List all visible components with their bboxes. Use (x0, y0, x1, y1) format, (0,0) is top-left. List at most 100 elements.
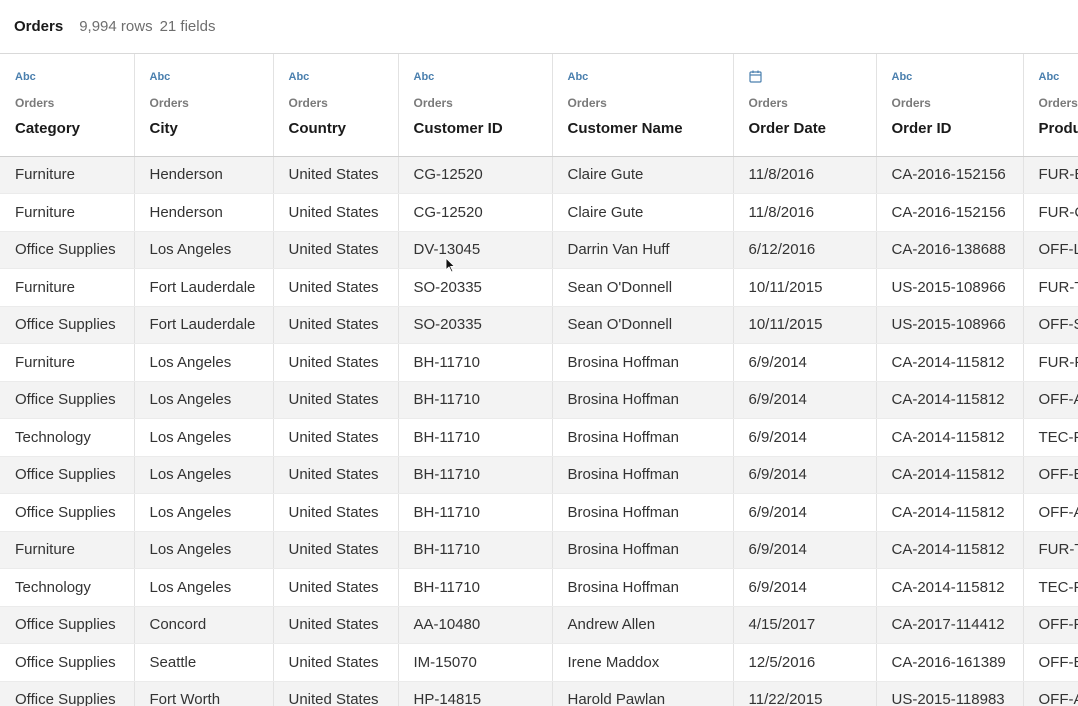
table-cell[interactable]: Brosina Hoffman (552, 531, 734, 569)
table-cell[interactable]: 11/22/2015 (733, 681, 877, 706)
table-cell[interactable]: Technology (0, 568, 135, 607)
table-cell[interactable]: United States (273, 231, 399, 269)
table-cell[interactable]: DV-13045 (398, 231, 553, 269)
table-cell[interactable]: CA-2014-115812 (876, 493, 1024, 532)
table-cell[interactable]: OFF-P (1023, 606, 1078, 644)
table-cell[interactable]: BH-11710 (398, 343, 553, 382)
table-cell[interactable]: Los Angeles (134, 381, 274, 419)
calendar-icon[interactable] (748, 70, 876, 84)
table-cell[interactable]: United States (273, 418, 399, 457)
table-cell[interactable]: United States (273, 268, 399, 307)
table-cell[interactable]: OFF-L (1023, 231, 1078, 269)
table-cell[interactable]: United States (273, 456, 399, 494)
table-cell[interactable]: 4/15/2017 (733, 606, 877, 644)
table-cell[interactable]: Andrew Allen (552, 606, 734, 644)
table-cell[interactable]: United States (273, 681, 399, 706)
table-cell[interactable]: Irene Maddox (552, 643, 734, 682)
table-cell[interactable]: 6/9/2014 (733, 531, 877, 569)
column-name[interactable]: Customer ID (414, 120, 552, 137)
table-cell[interactable]: Los Angeles (134, 418, 274, 457)
column-name[interactable]: Category (15, 120, 133, 137)
table-cell[interactable]: FUR-T (1023, 531, 1078, 569)
table-cell[interactable]: CA-2016-161389 (876, 643, 1024, 682)
table-cell[interactable]: Office Supplies (0, 456, 135, 494)
table-cell[interactable]: Office Supplies (0, 231, 135, 269)
table-cell[interactable]: Brosina Hoffman (552, 493, 734, 532)
table-cell[interactable]: AA-10480 (398, 606, 553, 644)
table-cell[interactable]: Furniture (0, 343, 135, 382)
table-cell[interactable]: Claire Gute (552, 156, 734, 194)
table-cell[interactable]: Brosina Hoffman (552, 381, 734, 419)
column-name[interactable]: Country (289, 120, 398, 137)
table-cell[interactable]: CG-12520 (398, 193, 553, 232)
table-cell[interactable]: Henderson (134, 193, 274, 232)
table-cell[interactable]: Fort Lauderdale (134, 268, 274, 307)
column-name[interactable]: Produ (1039, 120, 1078, 137)
table-row[interactable]: Office Supplies Fort Lauderdale United Sta… (0, 306, 1078, 344)
column-header-customer-id[interactable]: Abc Orders Customer ID (398, 54, 553, 157)
table-row[interactable]: Office Supplies Los Angeles United States B… (0, 493, 1078, 532)
table-cell[interactable]: Los Angeles (134, 493, 274, 532)
table-cell[interactable]: Los Angeles (134, 456, 274, 494)
table-cell[interactable]: United States (273, 568, 399, 607)
table-cell[interactable]: SO-20335 (398, 306, 553, 344)
table-cell[interactable]: United States (273, 531, 399, 569)
table-row[interactable]: Furniture Henderson United States CG-12520 C… (0, 193, 1078, 232)
table-cell[interactable]: CA-2016-152156 (876, 156, 1024, 194)
table-cell[interactable]: CG-12520 (398, 156, 553, 194)
column-header-order-id[interactable]: Abc Orders Order ID (876, 54, 1024, 157)
table-row[interactable]: Office Supplies Los Angeles United States D… (0, 231, 1078, 269)
table-cell[interactable]: Claire Gute (552, 193, 734, 232)
table-cell[interactable]: 6/9/2014 (733, 381, 877, 419)
table-cell[interactable]: OFF-A (1023, 681, 1078, 706)
table-cell[interactable]: US-2015-108966 (876, 306, 1024, 344)
table-cell[interactable]: 6/9/2014 (733, 493, 877, 532)
table-cell[interactable]: US-2015-108966 (876, 268, 1024, 307)
table-cell[interactable]: Fort Worth (134, 681, 274, 706)
table-cell[interactable]: Harold Pawlan (552, 681, 734, 706)
table-cell[interactable]: BH-11710 (398, 493, 553, 532)
table-cell[interactable]: CA-2014-115812 (876, 531, 1024, 569)
table-cell[interactable]: Concord (134, 606, 274, 644)
table-cell[interactable]: Office Supplies (0, 381, 135, 419)
table-cell[interactable]: United States (273, 156, 399, 194)
table-cell[interactable]: Office Supplies (0, 493, 135, 532)
table-cell[interactable]: 6/9/2014 (733, 343, 877, 382)
table-cell[interactable]: OFF-A (1023, 493, 1078, 532)
table-cell[interactable]: OFF-B (1023, 456, 1078, 494)
column-name[interactable]: Order Date (749, 120, 876, 137)
table-cell[interactable]: CA-2016-152156 (876, 193, 1024, 232)
table-cell[interactable]: Fort Lauderdale (134, 306, 274, 344)
text-type-icon[interactable]: Abc (289, 70, 398, 84)
column-header-city[interactable]: Abc Orders City (134, 54, 274, 157)
table-cell[interactable]: Office Supplies (0, 306, 135, 344)
table-cell[interactable]: Office Supplies (0, 681, 135, 706)
column-header-country[interactable]: Abc Orders Country (273, 54, 399, 157)
data-grid[interactable]: Abc Orders Category Abc Orders City Abc … (0, 54, 1078, 706)
table-cell[interactable]: TEC-P (1023, 418, 1078, 457)
table-cell[interactable]: 6/9/2014 (733, 568, 877, 607)
column-name[interactable]: Customer Name (568, 120, 733, 137)
table-cell[interactable]: Darrin Van Huff (552, 231, 734, 269)
table-cell[interactable]: Furniture (0, 156, 135, 194)
table-cell[interactable]: Furniture (0, 193, 135, 232)
table-cell[interactable]: 11/8/2016 (733, 193, 877, 232)
table-row[interactable]: Office Supplies Concord United States AA-10… (0, 606, 1078, 644)
table-cell[interactable]: United States (273, 493, 399, 532)
text-type-icon[interactable]: Abc (892, 70, 1023, 84)
table-cell[interactable]: 6/12/2016 (733, 231, 877, 269)
table-cell[interactable]: Sean O'Donnell (552, 268, 734, 307)
table-cell[interactable]: United States (273, 606, 399, 644)
table-row[interactable]: Technology Los Angeles United States BH-117… (0, 568, 1078, 607)
table-cell[interactable]: 11/8/2016 (733, 156, 877, 194)
table-cell[interactable]: CA-2014-115812 (876, 343, 1024, 382)
table-cell[interactable]: Technology (0, 418, 135, 457)
table-cell[interactable]: 12/5/2016 (733, 643, 877, 682)
table-cell[interactable]: CA-2016-138688 (876, 231, 1024, 269)
table-cell[interactable]: United States (273, 381, 399, 419)
table-cell[interactable]: Furniture (0, 531, 135, 569)
table-cell[interactable]: United States (273, 643, 399, 682)
table-cell[interactable]: Seattle (134, 643, 274, 682)
table-cell[interactable]: CA-2014-115812 (876, 568, 1024, 607)
column-header-category[interactable]: Abc Orders Category (0, 54, 135, 157)
